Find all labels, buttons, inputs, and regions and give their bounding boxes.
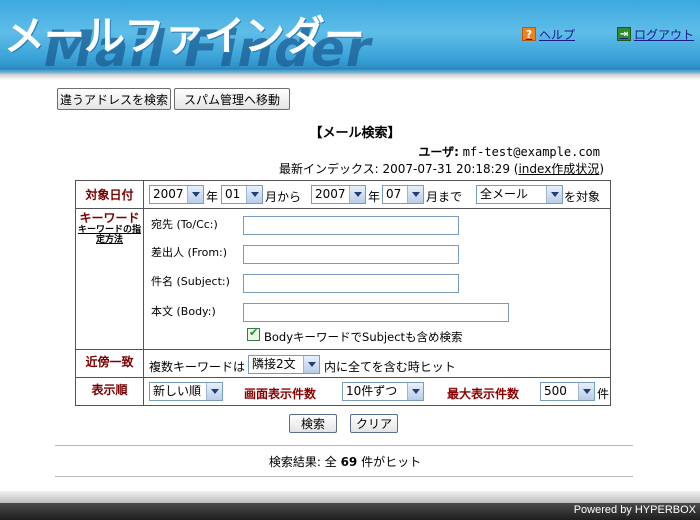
search-other-address-button[interactable]: 違うアドレスを検索 [57, 88, 171, 110]
keyword-row: キーワード キーワードの指定方法 宛先 (To/Cc:) 差出人 (From:)… [76, 209, 610, 350]
help-link-label: ヘルプ [539, 27, 576, 42]
from-year-value: 2007 [153, 187, 184, 201]
chevron-down-icon [407, 383, 423, 400]
month-from-label: 月から [265, 190, 302, 204]
result-suffix: 件がヒット [361, 455, 422, 469]
to-label: 宛先 (To/Cc:) [151, 218, 218, 231]
page-title: 【メール検索】 [309, 126, 401, 141]
proximity-prefix: 複数キーワードは [149, 360, 246, 374]
proximity-suffix: 内に全てを含む時ヒット [324, 360, 456, 374]
year-unit-label-2: 年 [368, 190, 381, 204]
search-form-table: 対象日付 2007 年 01 月から 2007 年 07 月まで 全メール を対… [75, 180, 611, 406]
from-label: 差出人 (From:) [151, 246, 228, 259]
chevron-down-icon [578, 383, 594, 400]
from-input[interactable] [243, 245, 459, 264]
index-timestamp: 2007-07-31 20:18:29 [382, 162, 510, 176]
footer-strip [0, 491, 700, 503]
date-row: 対象日付 2007 年 01 月から 2007 年 07 月まで 全メール を対… [76, 181, 610, 209]
body-label: 本文 (Body:) [151, 305, 216, 318]
to-input[interactable] [243, 216, 459, 235]
mail-scope-value: 全メール [480, 187, 529, 201]
chevron-down-icon [246, 186, 262, 203]
from-month-value: 01 [225, 187, 241, 201]
powered-by: Powered by HYPERBOX [573, 504, 696, 516]
month-to-label: 月まで [426, 190, 463, 204]
header-shadow [0, 74, 700, 80]
user-info: ユーザ: mf-test@example.com [418, 143, 600, 160]
per-page-label: 画面表示件数 [244, 387, 317, 401]
spam-management-button[interactable]: スパム管理へ移動 [174, 88, 290, 110]
keyword-label-cell: キーワード キーワードの指定方法 [76, 209, 144, 349]
search-button[interactable]: 検索 [289, 414, 337, 433]
body-input[interactable] [243, 303, 509, 322]
to-month-value: 07 [386, 187, 402, 201]
max-results-value: 500 [544, 384, 567, 398]
to-year-value: 2007 [315, 187, 346, 201]
max-unit-label: 件 [597, 387, 610, 401]
max-results-select[interactable]: 500 [540, 382, 595, 401]
keyword-label: キーワード [79, 211, 140, 225]
chevron-down-icon [407, 186, 423, 203]
latest-index-info: 最新インデックス: 2007-07-31 20:18:29 (index作成状況… [279, 160, 604, 177]
chevron-down-icon [187, 186, 203, 203]
clear-button[interactable]: クリア [350, 414, 398, 433]
search-result: 検索結果: 全 69 件がヒット [0, 453, 700, 470]
per-page-value: 10件ずつ [346, 384, 398, 398]
help-link[interactable]: ? ヘルプ [522, 25, 575, 43]
mail-scope-select[interactable]: 全メール [476, 185, 563, 204]
from-year-select[interactable]: 2007 [149, 185, 204, 204]
index-paren-close: ) [599, 162, 604, 176]
footer: Powered by HYPERBOX [0, 503, 700, 520]
subject-input[interactable] [243, 274, 459, 293]
index-label: 最新インデックス: [278, 162, 379, 176]
per-page-select[interactable]: 10件ずつ [342, 382, 424, 401]
scope-suffix-label: を対象 [564, 190, 601, 204]
subject-label: 件名 (Subject:) [151, 275, 230, 288]
logout-link[interactable]: ⇥ ログアウト [617, 25, 694, 43]
sort-label: 表示順 [76, 378, 144, 406]
date-label: 対象日付 [76, 181, 144, 208]
app-title: メールファインダー [4, 12, 365, 60]
divider [55, 476, 633, 477]
logout-link-label: ログアウト [634, 27, 695, 42]
max-results-label: 最大表示件数 [447, 387, 520, 401]
result-count: 69 [340, 455, 358, 469]
sort-order-value: 新しい順 [153, 384, 202, 398]
proximity-select[interactable]: 隣接2文 [248, 355, 320, 374]
to-year-select[interactable]: 2007 [311, 185, 366, 204]
index-status-link[interactable]: index作成状況 [518, 162, 599, 176]
sort-row: 表示順 新しい順 画面表示件数 10件ずつ 最大表示件数 500 件 [76, 378, 610, 406]
chevron-down-icon [206, 383, 222, 400]
result-prefix: 検索結果: 全 [268, 455, 337, 469]
proximity-label: 近傍一致 [76, 350, 144, 377]
chevron-down-icon [546, 186, 562, 203]
proximity-value: 隣接2文 [252, 357, 296, 371]
keyword-help-link[interactable]: キーワードの指定方法 [76, 225, 143, 245]
proximity-row: 近傍一致 複数キーワードは 隣接2文 内に全てを含む時ヒット [76, 350, 610, 378]
user-label: ユーザ: [418, 145, 459, 159]
logout-icon: ⇥ [617, 27, 631, 41]
sort-order-select[interactable]: 新しい順 [149, 382, 223, 401]
help-icon: ? [522, 27, 536, 41]
app-header: Mail Finder メールファインダー ? ヘルプ ⇥ ログアウト [0, 0, 700, 72]
chevron-down-icon [349, 186, 365, 203]
from-month-select[interactable]: 01 [221, 185, 263, 204]
divider [55, 445, 633, 446]
to-month-select[interactable]: 07 [382, 185, 424, 204]
chevron-down-icon [303, 356, 319, 373]
include-subject-label: BodyキーワードでSubjectも含め検索 [264, 330, 463, 344]
include-subject-checkbox[interactable] [247, 326, 260, 341]
year-unit-label: 年 [206, 190, 219, 204]
user-email: mf-test@example.com [462, 145, 600, 159]
